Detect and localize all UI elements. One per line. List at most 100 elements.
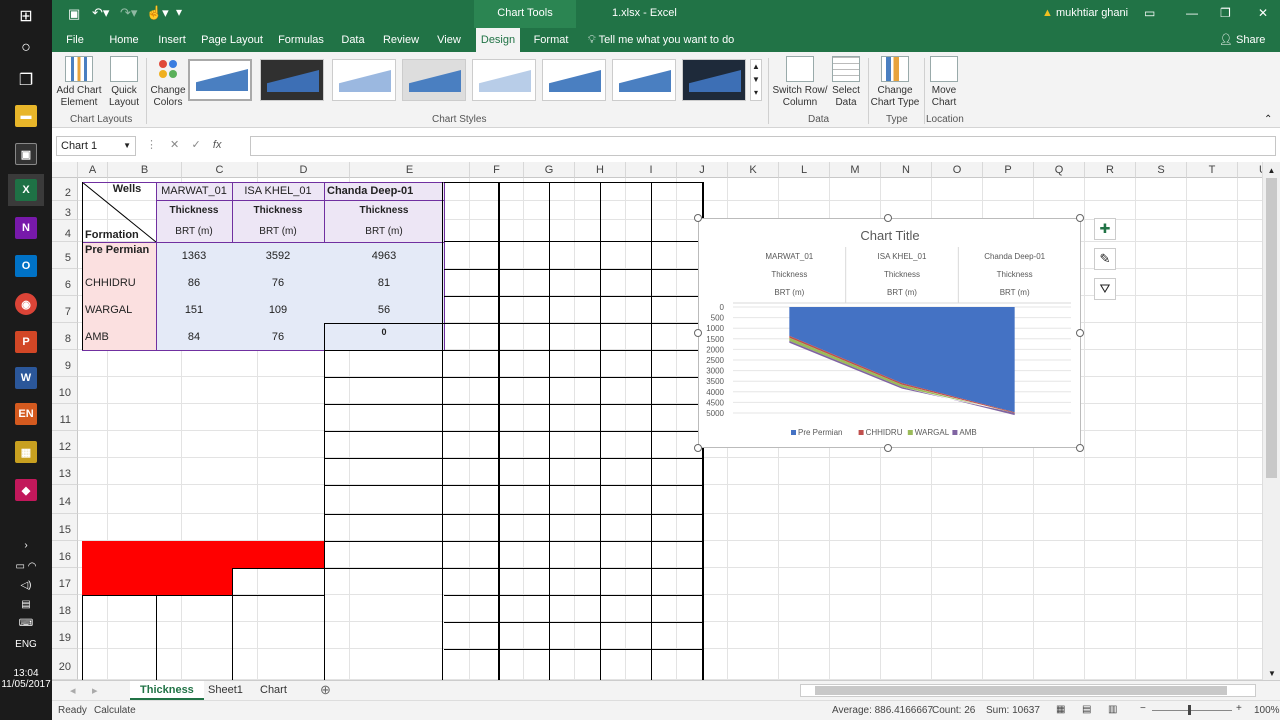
column-header[interactable]: R [1085,162,1136,178]
vertical-scrollbar[interactable]: ▲ ▼ [1262,162,1280,680]
user-name[interactable]: ▲ mukhtiar ghani [1042,7,1128,19]
chart-style-4[interactable] [402,59,466,101]
row-header[interactable]: 15 [52,514,78,541]
collapse-ribbon-icon[interactable]: ⌃ [1264,114,1272,125]
resize-handle[interactable] [694,329,702,337]
scroll-thumb[interactable] [1266,178,1277,478]
column-header[interactable]: N [881,162,932,178]
formation-cell[interactable]: AMB [82,323,156,350]
change-chart-type-button[interactable]: Change Chart Type [870,56,920,114]
chart-style-1[interactable] [188,59,252,101]
sheet-prev-icon[interactable]: ◂ [70,684,76,697]
column-header[interactable]: F [470,162,524,178]
notification-icon[interactable]: ▤ [0,599,52,610]
volume-icon[interactable]: ◁) [0,580,52,591]
value-cell[interactable]: 3592 [232,242,324,269]
table-header-cell[interactable]: MARWAT_01 [156,182,232,200]
table-header-cell[interactable]: BRT (m) [156,220,232,242]
tab-review[interactable]: Review [378,28,424,52]
h-scroll-thumb[interactable] [815,686,1227,695]
row-header[interactable]: 4 [52,220,78,242]
status-calculate[interactable]: Calculate [94,705,136,716]
chart-style-2[interactable] [260,59,324,101]
column-header[interactable]: D [258,162,350,178]
value-cell[interactable]: 76 [232,323,324,350]
column-header[interactable]: I [626,162,677,178]
row-header[interactable]: 11 [52,404,78,431]
value-cell[interactable]: 84 [156,323,232,350]
zoom-slider[interactable] [1152,710,1232,711]
zoom-out-icon[interactable]: − [1140,703,1146,714]
resize-handle[interactable] [1076,329,1084,337]
task-view-icon[interactable]: ❐ [8,64,44,96]
formula-input[interactable] [250,136,1276,156]
chart-styles-scroll[interactable]: ▲ ▼ ▾ [750,59,762,101]
table-header-cell[interactable]: ISA KHEL_01 [232,182,324,200]
network-icon[interactable]: ▭ ◠ [0,561,52,572]
undo-icon[interactable]: ↶▾ [92,5,109,21]
row-header[interactable]: 6 [52,269,78,296]
value-cell[interactable]: 151 [156,296,232,323]
file-explorer-icon[interactable]: ▬ [8,100,44,132]
resize-handle[interactable] [1076,444,1084,452]
chart-styles-brush-icon[interactable]: ✎ [1094,248,1116,270]
close-icon[interactable]: ✕ [1258,6,1268,20]
row-header[interactable]: 7 [52,296,78,323]
switch-row-column-button[interactable]: Switch Row/ Column [772,56,828,114]
outlook-icon[interactable]: O [8,250,44,282]
add-chart-element-button[interactable]: Add Chart Element [54,56,104,114]
value-cell[interactable]: 4963 [324,242,444,269]
row-header[interactable]: 14 [52,485,78,514]
chart-style-3[interactable] [332,59,396,101]
page-layout-view-icon[interactable]: ▤ [1082,704,1091,715]
column-header[interactable]: G [524,162,575,178]
zoom-slider-thumb[interactable] [1188,705,1191,715]
row-header[interactable]: 16 [52,541,78,568]
row-header[interactable]: 13 [52,458,78,485]
sheet-tab-sheet1[interactable]: Sheet1 [198,681,253,700]
formation-cell[interactable]: Pre Permian [82,242,156,269]
maximize-icon[interactable]: ❐ [1220,6,1231,20]
word-icon[interactable]: W [8,362,44,394]
column-header[interactable]: P [983,162,1034,178]
cancel-icon[interactable]: ✕ [170,139,179,151]
table-header-cell[interactable]: Thickness [324,201,444,220]
row-header[interactable]: 12 [52,431,78,458]
row-header[interactable]: 8 [52,323,78,350]
scroll-up-icon[interactable]: ▲ [1263,166,1280,175]
chart-style-8[interactable] [682,59,746,101]
tell-me-search[interactable]: 💡︎ Tell me what you want to do [588,28,734,52]
normal-view-icon[interactable]: ▦ [1056,704,1065,715]
value-cell[interactable]: 109 [232,296,324,323]
touch-mode-icon[interactable]: ☝▾ [146,5,169,21]
tab-format[interactable]: Format [528,28,574,52]
keyboard-icon[interactable]: ⌨ [0,618,52,629]
chart-filters-funnel-icon[interactable]: ⛛ [1094,278,1116,300]
tab-file[interactable]: File [62,28,88,52]
tab-formulas[interactable]: Formulas [274,28,328,52]
row-header[interactable]: 17 [52,568,78,595]
table-header-cell[interactable]: Thickness [156,201,232,220]
app-icon[interactable]: ◆ [8,474,44,506]
ribbon-display-icon[interactable]: ▭ [1144,6,1155,20]
value-cell[interactable]: 0 [324,323,444,350]
sheet-tab-thickness[interactable]: Thickness [130,681,204,700]
table-header-cell[interactable]: BRT (m) [324,220,444,242]
app-icon[interactable]: EN [8,398,44,430]
resize-handle[interactable] [884,444,892,452]
horizontal-scrollbar[interactable] [800,684,1256,697]
select-data-button[interactable]: Select Data [828,56,864,114]
language-indicator[interactable]: ENG [0,639,52,650]
column-header[interactable]: H [575,162,626,178]
zoom-level[interactable]: 100% [1254,705,1280,716]
column-header[interactable]: U [1238,162,1262,178]
tab-view[interactable]: View [432,28,466,52]
row-header[interactable]: 18 [52,595,78,622]
tab-page-layout[interactable]: Page Layout [200,28,264,52]
table-header-cell[interactable]: Thickness [232,201,324,220]
column-header[interactable]: Q [1034,162,1085,178]
formation-cell[interactable]: CHHIDRU [82,269,156,296]
column-header[interactable]: S [1136,162,1187,178]
resize-handle[interactable] [884,214,892,222]
value-cell[interactable]: 81 [324,269,444,296]
